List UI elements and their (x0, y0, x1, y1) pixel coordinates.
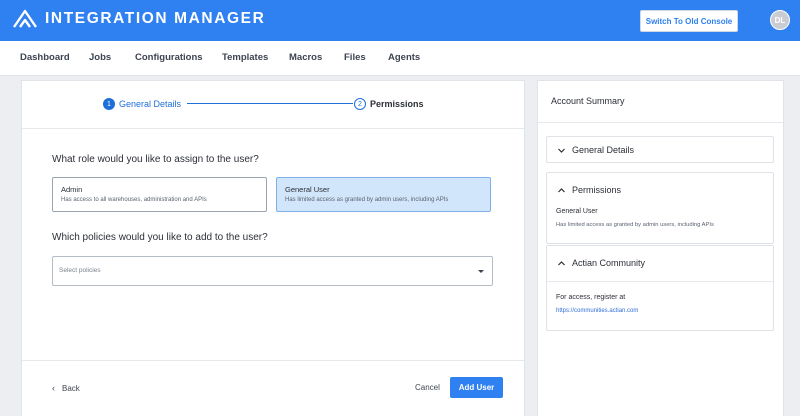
role-option-description: Has access to all warehouses, administra… (61, 197, 207, 203)
summary-divider (538, 122, 783, 123)
accordion-title: General Details (572, 145, 635, 155)
avatar[interactable]: DL (770, 10, 790, 30)
add-user-form-card: 1 General Details 2 Permissions What rol… (21, 80, 525, 416)
permission-role-description: Has limited access as granted by admin u… (556, 222, 714, 228)
chevron-down-icon (558, 148, 565, 153)
policy-select-placeholder: Select policies (59, 267, 101, 274)
community-text: For access, register at (556, 294, 626, 301)
nav-item-configurations[interactable]: Configurations (135, 52, 203, 63)
account-summary-title: Account Summary (551, 96, 625, 106)
policy-question: Which policies would you like to add to … (52, 232, 268, 243)
footer-divider (22, 360, 524, 361)
chevron-up-icon (558, 188, 565, 193)
step-1-indicator[interactable]: 1 (103, 98, 115, 110)
stepper: 1 General Details 2 Permissions (22, 81, 524, 129)
summary-section-permissions: Permissions General User Has limited acc… (546, 172, 774, 244)
chevron-up-icon (558, 261, 565, 266)
accordion-header-actian-community[interactable]: Actian Community (547, 246, 773, 281)
role-question: What role would you like to assign to th… (52, 154, 259, 165)
switch-to-old-console-button[interactable]: Switch To Old Console (640, 10, 738, 32)
accordion-title: Permissions (572, 185, 622, 195)
accordion-header-permissions[interactable]: Permissions (547, 173, 773, 208)
brand[interactable]: INTEGRATION MANAGER (13, 9, 265, 29)
nav-item-agents[interactable]: Agents (388, 52, 420, 63)
policy-select[interactable]: Select policies (52, 256, 493, 286)
accordion-title: Actian Community (572, 258, 646, 268)
step-2-label[interactable]: Permissions (370, 99, 424, 109)
step-1-label[interactable]: General Details (119, 99, 181, 109)
cancel-button[interactable]: Cancel (415, 383, 440, 392)
role-option-general-user[interactable]: General User Has limited access as grant… (276, 177, 491, 212)
app-title: INTEGRATION MANAGER (45, 10, 266, 27)
step-connector (187, 103, 353, 104)
nav-item-templates[interactable]: Templates (222, 52, 268, 63)
back-button[interactable]: ‹ Back (52, 383, 80, 393)
add-user-button[interactable]: Add User (450, 377, 503, 398)
role-option-title: Admin (61, 185, 83, 194)
accordion-divider (547, 281, 773, 282)
nav-item-macros[interactable]: Macros (289, 52, 322, 63)
nav-item-jobs[interactable]: Jobs (89, 52, 111, 63)
top-header: INTEGRATION MANAGER Switch To Old Consol… (0, 0, 800, 41)
role-option-description: Has limited access as granted by admin u… (285, 197, 449, 203)
main-nav: Dashboard Jobs Configurations Templates … (0, 41, 800, 76)
step-2-indicator[interactable]: 2 (354, 98, 366, 110)
account-summary-panel: Account Summary General Details Permissi… (537, 80, 784, 416)
summary-section-general-details: General Details (546, 136, 774, 163)
caret-down-icon (478, 270, 484, 273)
permission-role-name: General User (556, 208, 598, 215)
accordion-header-general-details[interactable]: General Details (547, 137, 773, 164)
back-button-label: Back (62, 383, 80, 393)
nav-item-files[interactable]: Files (344, 52, 366, 63)
community-link[interactable]: https://communities.actian.com (556, 308, 638, 314)
role-option-admin[interactable]: Admin Has access to all warehouses, admi… (52, 177, 267, 212)
role-option-title: General User (285, 185, 330, 194)
logo-icon (13, 9, 37, 28)
nav-item-dashboard[interactable]: Dashboard (20, 52, 70, 63)
chevron-left-icon: ‹ (52, 383, 55, 393)
summary-section-actian-community: Actian Community For access, register at… (546, 245, 774, 331)
